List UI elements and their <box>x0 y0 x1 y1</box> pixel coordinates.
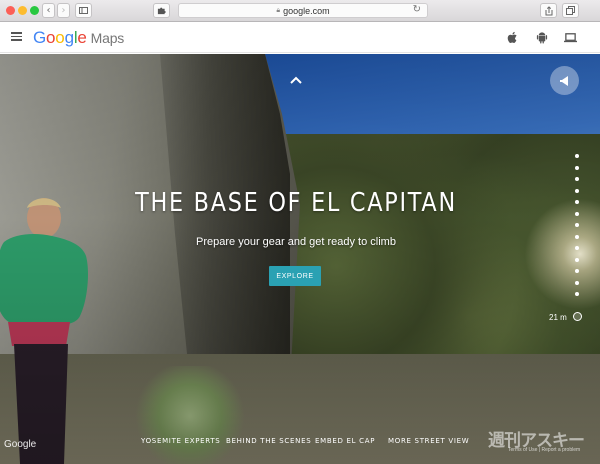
apple-icon[interactable] <box>506 31 520 44</box>
url-text: google.com <box>283 5 330 16</box>
close-window-button[interactable] <box>6 6 15 15</box>
browser-window: ‹ › 🔒︎ google.com ↻ Google Maps THE BASE… <box>0 0 600 464</box>
chevron-up-icon[interactable] <box>289 74 303 86</box>
street-view-panorama[interactable]: THE BASE OF EL CAPITAN Prepare your gear… <box>0 54 600 464</box>
progress-dot[interactable] <box>575 188 579 193</box>
progress-dot[interactable] <box>575 257 579 262</box>
scene-shade <box>0 54 600 464</box>
progress-dot[interactable] <box>575 211 579 216</box>
hero-title: THE BASE OF EL CAPITAN <box>135 188 457 218</box>
forward-button[interactable]: › <box>57 3 70 18</box>
menu-icon[interactable] <box>11 32 22 41</box>
logo-letter: o <box>55 28 65 47</box>
explore-button[interactable]: EXPLORE <box>269 266 321 286</box>
logo-letter: o <box>46 28 56 47</box>
tabs-button[interactable] <box>562 3 579 18</box>
back-button[interactable]: ‹ <box>42 3 55 18</box>
tabs-icon <box>566 6 575 15</box>
reload-icon[interactable]: ↻ <box>413 4 421 15</box>
progress-dot[interactable] <box>575 280 579 285</box>
logo-letter: G <box>33 28 47 47</box>
puzzle-icon <box>157 7 166 15</box>
hero-subtitle: Prepare your gear and get ready to climb <box>196 236 396 248</box>
share-button[interactable] <box>540 3 557 18</box>
footer-link-more-street-view[interactable]: MORE STREET VIEW <box>388 437 469 445</box>
google-logo: Google <box>4 439 37 450</box>
zoom-window-button[interactable] <box>30 6 39 15</box>
google-maps-logo[interactable]: Google Maps <box>33 28 124 48</box>
sidebar-button[interactable] <box>75 3 92 18</box>
progress-dot[interactable] <box>575 234 579 239</box>
footer-link-behind-the-scenes[interactable]: BEHIND THE SCENES <box>226 437 311 445</box>
maps-label: Maps <box>90 30 125 46</box>
share-icon <box>545 5 552 15</box>
footer-link-yosemite-experts[interactable]: YOSEMITE EXPERTS <box>141 437 220 445</box>
progress-dot[interactable] <box>575 292 579 296</box>
progress-dot[interactable] <box>575 177 579 181</box>
logo-letter: g <box>64 28 74 47</box>
terms-link[interactable]: Terms of Use | Report a problem <box>508 447 580 453</box>
progress-dot[interactable] <box>575 154 579 158</box>
browser-toolbar: ‹ › 🔒︎ google.com ↻ <box>0 0 600 22</box>
distance-label: 21 m <box>549 313 567 322</box>
progress-dot[interactable] <box>575 269 579 273</box>
google-wordmark: Google <box>33 28 87 47</box>
speaker-icon <box>560 75 568 86</box>
android-icon[interactable] <box>535 31 549 44</box>
maps-header: Google Maps <box>0 22 600 53</box>
back-icon: ‹ <box>46 5 51 16</box>
current-position-marker[interactable] <box>573 312 582 321</box>
forward-icon: › <box>61 5 66 16</box>
extensions-button[interactable] <box>153 3 170 18</box>
sound-button[interactable] <box>550 66 579 95</box>
lock-icon: 🔒︎ <box>276 6 281 14</box>
footer-link-embed-el-cap[interactable]: EMBED EL CAP <box>315 437 375 445</box>
progress-dot[interactable] <box>575 165 579 170</box>
progress-dot[interactable] <box>575 200 579 204</box>
logo-letter: e <box>77 28 87 47</box>
address-bar[interactable]: 🔒︎ google.com ↻ <box>178 3 428 18</box>
minimize-window-button[interactable] <box>18 6 27 15</box>
progress-dot[interactable] <box>575 246 579 250</box>
laptop-icon[interactable] <box>563 31 578 44</box>
progress-dot[interactable] <box>575 223 579 227</box>
sidebar-icon <box>79 7 88 14</box>
